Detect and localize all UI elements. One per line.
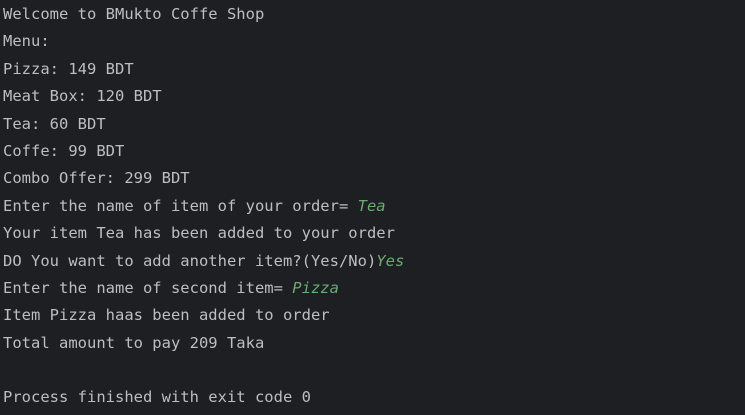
output-text: Your item Tea has been added to your ord… [3, 224, 395, 243]
output-text: DO You want to add another item?(Yes/No) [3, 251, 377, 270]
user-input-text: Tea [357, 196, 386, 215]
output-text: Total amount to pay 209 Taka [3, 333, 265, 352]
console-line-another-item-prompt: DO You want to add another item?(Yes/No)… [3, 248, 745, 275]
output-text: Tea: 60 BDT [3, 114, 106, 133]
console-line-menu-meat-box: Meat Box: 120 BDT [3, 83, 745, 110]
console-line-menu-header: Menu: [3, 28, 745, 55]
console-line-item-added: Your item Tea has been added to your ord… [3, 220, 745, 247]
output-text: Menu: [3, 32, 50, 51]
console-line-order-prompt: Enter the name of item of your order= Te… [3, 193, 745, 220]
output-text: Meat Box: 120 BDT [3, 87, 162, 106]
console-line-menu-combo: Combo Offer: 299 BDT [3, 165, 745, 192]
console-line-menu-tea: Tea: 60 BDT [3, 111, 745, 138]
output-text: Welcome to BMukto Coffe Shop [3, 5, 265, 23]
output-text: Item Pizza haas been added to order [3, 306, 330, 325]
output-text: Pizza: 149 BDT [3, 59, 134, 78]
output-text: Process finished with exit code 0 [3, 388, 311, 407]
output-text: Enter the name of item of your order= [3, 196, 358, 215]
console-line-exit-code: Process finished with exit code 0 [3, 384, 745, 411]
console-line-second-item-prompt: Enter the name of second item= Pizza [3, 275, 745, 302]
user-input-text: Yes [376, 251, 405, 270]
run-console-output[interactable]: Welcome to BMukto Coffe Shop Menu: Pizza… [0, 0, 745, 415]
output-text: Enter the name of second item= [3, 278, 293, 297]
console-line-menu-pizza: Pizza: 149 BDT [3, 56, 745, 83]
user-input-text: Pizza [292, 278, 339, 297]
console-line-menu-coffe: Coffe: 99 BDT [3, 138, 745, 165]
console-line-total: Total amount to pay 209 Taka [3, 330, 745, 357]
console-line-second-item-added: Item Pizza haas been added to order [3, 302, 745, 329]
output-text: Combo Offer: 299 BDT [3, 169, 190, 188]
console-line-welcome: Welcome to BMukto Coffe Shop [3, 1, 745, 28]
output-text: Coffe: 99 BDT [3, 141, 125, 160]
